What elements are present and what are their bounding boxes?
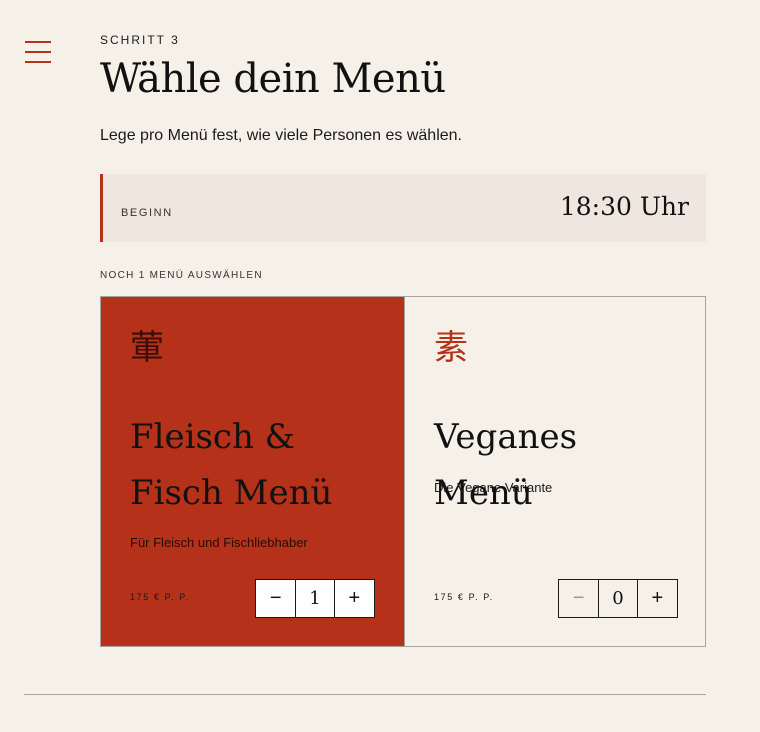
quantity-value: 1 bbox=[295, 580, 335, 617]
page-subtitle: Lege pro Menü fest, wie viele Personen e… bbox=[100, 127, 462, 144]
page-title: Wähle dein Menü bbox=[100, 56, 446, 102]
start-label: BEGINN bbox=[121, 207, 173, 219]
hamburger-menu-icon[interactable] bbox=[25, 41, 51, 63]
menu-card-price: 175 € P. P. bbox=[130, 592, 190, 602]
start-time-box: BEGINN 18:30 Uhr bbox=[100, 174, 706, 242]
remaining-menus-hint: NOCH 1 MENÜ AUSWÄHLEN bbox=[100, 270, 263, 281]
start-time: 18:30 Uhr bbox=[559, 192, 689, 221]
decrease-button[interactable]: − bbox=[256, 580, 295, 617]
hamburger-line bbox=[25, 61, 51, 63]
increase-button[interactable]: + bbox=[638, 580, 677, 617]
quantity-stepper: − 0 + bbox=[558, 579, 678, 618]
meat-glyph-icon: 葷 bbox=[130, 328, 164, 368]
decrease-button[interactable]: − bbox=[559, 580, 598, 617]
menu-card-vegan[interactable]: 素 Veganes Menü Die Vegane Variante 175 €… bbox=[404, 297, 705, 646]
menu-cards: 葷 Fleisch & Fisch Menü Für Fleisch und F… bbox=[100, 296, 706, 647]
hamburger-line bbox=[25, 51, 51, 53]
hamburger-line bbox=[25, 41, 51, 43]
quantity-value: 0 bbox=[598, 580, 638, 617]
vegan-glyph-icon: 素 bbox=[434, 328, 468, 368]
menu-card-description: Die Vegane Variante bbox=[434, 480, 553, 495]
menu-card-title: Veganes Menü bbox=[434, 417, 578, 513]
step-label: SCHRITT 3 bbox=[100, 33, 180, 47]
menu-card-description: Für Fleisch und Fischliebhaber bbox=[130, 535, 308, 550]
section-divider bbox=[24, 694, 706, 695]
menu-card-price: 175 € P. P. bbox=[434, 592, 494, 602]
increase-button[interactable]: + bbox=[335, 580, 374, 617]
menu-card-title: Fleisch & Fisch Menü bbox=[130, 417, 333, 513]
menu-card-meat-fish[interactable]: 葷 Fleisch & Fisch Menü Für Fleisch und F… bbox=[101, 297, 404, 646]
quantity-stepper: − 1 + bbox=[255, 579, 375, 618]
